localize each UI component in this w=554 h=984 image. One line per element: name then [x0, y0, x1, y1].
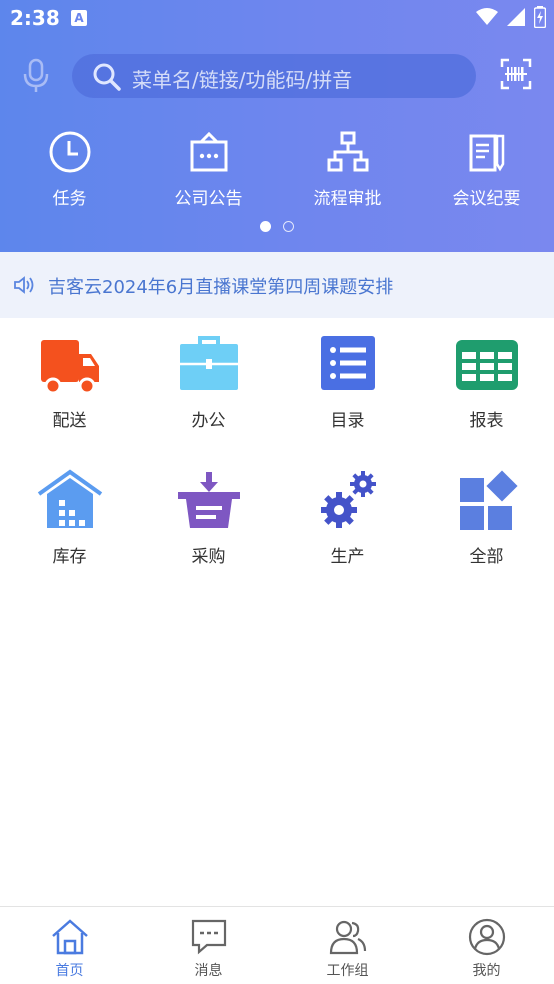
notice-text: 吉客云2024年6月直播课堂第四周课题安排: [48, 277, 394, 298]
purchase-basket-icon: [176, 466, 242, 532]
wifi-icon: [475, 8, 498, 25]
speaker-icon: [14, 276, 34, 294]
tab-messages[interactable]: 消息: [139, 907, 278, 984]
app-production[interactable]: 生产: [278, 466, 417, 596]
app-label: 办公: [191, 411, 226, 431]
announcement-icon: [187, 130, 231, 174]
profile-icon: [467, 917, 507, 957]
gears-icon: [315, 466, 381, 532]
status-bar: 2:38 A: [0, 0, 554, 38]
status-time: 2:38: [10, 6, 60, 30]
tab-label: 首页: [55, 963, 84, 979]
search-icon: [93, 63, 121, 91]
truck-icon: [37, 330, 103, 396]
home-icon: [50, 917, 90, 957]
quick-nav-announcement[interactable]: 公司公告: [139, 126, 278, 209]
carousel-dot-active[interactable]: [260, 221, 271, 232]
tab-profile[interactable]: 我的: [417, 907, 554, 984]
app-catalog[interactable]: 目录: [278, 330, 417, 460]
scan-icon[interactable]: [500, 58, 532, 94]
quick-nav-label: 流程审批: [313, 189, 382, 209]
carousel-dot[interactable]: [283, 221, 294, 232]
app-label: 全部: [469, 547, 504, 567]
app-all[interactable]: 全部: [417, 466, 554, 596]
notification-a-icon: A: [71, 10, 87, 26]
quick-nav-minutes[interactable]: 会议纪要: [417, 126, 554, 209]
bottom-tab-bar: 首页 消息 工作组 我的: [0, 906, 554, 984]
app-label: 生产: [330, 547, 365, 567]
notice-banner[interactable]: 吉客云2024年6月直播课堂第四周课题安排: [0, 252, 554, 318]
all-apps-icon: [454, 466, 520, 532]
app-report[interactable]: 报表: [417, 330, 554, 460]
app-label: 库存: [52, 547, 87, 567]
group-icon: [328, 917, 368, 957]
quick-nav: 任务 公司公告 流程审批 会议纪要: [0, 126, 554, 216]
tab-label: 我的: [472, 963, 501, 979]
table-icon: [454, 330, 520, 396]
tab-label: 工作组: [326, 963, 369, 979]
tab-home[interactable]: 首页: [0, 907, 139, 984]
tab-workgroup[interactable]: 工作组: [278, 907, 417, 984]
app-purchase[interactable]: 采购: [139, 466, 278, 596]
warehouse-icon: [37, 466, 103, 532]
tab-label: 消息: [194, 963, 223, 979]
app-delivery[interactable]: 配送: [0, 330, 139, 460]
message-icon: [189, 917, 229, 957]
signal-icon: [506, 8, 525, 26]
carousel-indicator: [260, 221, 300, 233]
microphone-icon[interactable]: [22, 58, 50, 94]
list-icon: [315, 330, 381, 396]
app-label: 采购: [191, 547, 226, 567]
briefcase-icon: [176, 330, 242, 396]
quick-nav-task[interactable]: 任务: [0, 126, 139, 209]
notes-icon: [465, 130, 509, 174]
app-office[interactable]: 办公: [139, 330, 278, 460]
app-label: 配送: [52, 411, 87, 431]
battery-icon: [534, 6, 546, 28]
app-inventory[interactable]: 库存: [0, 466, 139, 596]
quick-nav-label: 公司公告: [174, 189, 243, 209]
quick-nav-approval[interactable]: 流程审批: [278, 126, 417, 209]
app-label: 报表: [469, 411, 504, 431]
quick-nav-label: 会议纪要: [452, 189, 521, 209]
clock-icon: [48, 130, 92, 174]
header: 2:38 A 菜单名/链接/功能码/拼音 任务 公司公告 流程审批 会议纪要: [0, 0, 554, 252]
search-placeholder: 菜单名/链接/功能码/拼音: [132, 68, 353, 92]
search-bar[interactable]: 菜单名/链接/功能码/拼音: [72, 54, 476, 98]
flowchart-icon: [326, 130, 370, 174]
app-label: 目录: [330, 411, 365, 431]
status-icons: [472, 6, 546, 30]
quick-nav-label: 任务: [52, 189, 87, 209]
